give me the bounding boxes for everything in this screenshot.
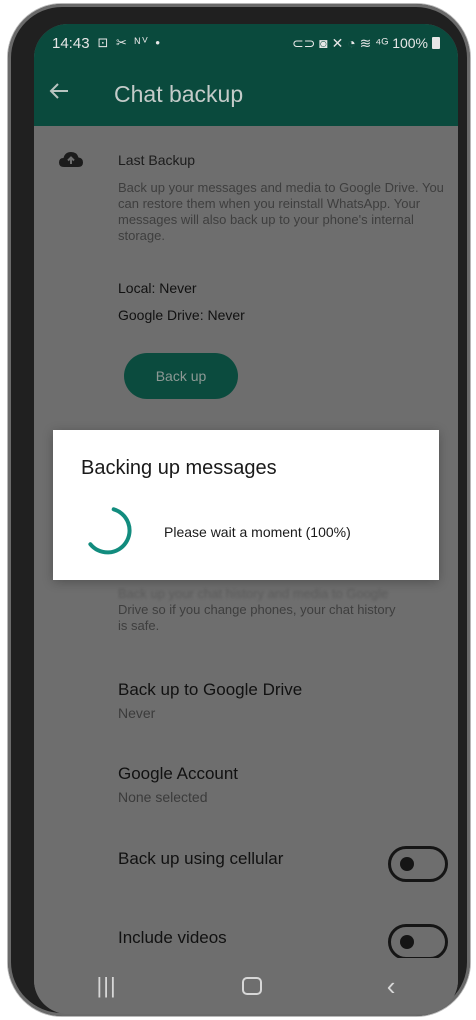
battery-icon — [432, 37, 440, 49]
description-line-1: Back up your chat history and media to G… — [118, 586, 389, 601]
dialog-title: Backing up messages — [81, 457, 277, 479]
notification-icons: ⊡ ✂ ᴺⱽ • — [97, 35, 162, 50]
setting-backup-to-drive[interactable]: Back up to Google Drive Never — [118, 680, 438, 721]
home-button[interactable] — [241, 977, 262, 995]
back-arrow-icon[interactable] — [48, 80, 88, 109]
last-backup-heading: Last Backup — [118, 152, 196, 168]
cellular-toggle[interactable] — [388, 846, 448, 882]
toggle-knob — [400, 857, 414, 871]
setting-value: Never — [118, 705, 156, 721]
nav-back-button[interactable]: ‹ — [387, 971, 396, 1002]
arrow-left-icon — [49, 82, 68, 99]
cloud-upload-icon — [59, 152, 83, 167]
navigation-bar: ||| ‹ — [34, 958, 458, 1014]
setting-value: None selected — [118, 789, 208, 805]
drive-settings-description: Back up your chat history and media to G… — [118, 586, 448, 634]
description-line-2: Drive so if you change phones, your chat… — [118, 602, 396, 617]
connectivity-icons: ⊂⊃ ◙ ✕ ◔ ≋ ⁴ᴳ — [291, 34, 389, 51]
recents-button[interactable]: ||| — [97, 973, 117, 999]
drive-backup-status: Google Drive: Never — [118, 307, 245, 323]
battery-percent: 100% — [392, 35, 428, 51]
dialog-message: Please wait a moment (100%) — [164, 524, 351, 540]
setting-google-account[interactable]: Google Account None selected — [118, 764, 438, 805]
last-backup-description: Back up your messages and media to Googl… — [118, 180, 444, 243]
loading-spinner-icon — [88, 507, 132, 555]
back-up-button[interactable]: Back up — [124, 353, 238, 399]
status-bar: 14:43 ⊡ ✂ ᴺⱽ • ⊂⊃ ◙ ✕ ◔ ≋ ⁴ᴳ 100% — [34, 24, 458, 62]
app-bar: Chat backup — [34, 62, 458, 126]
description-line-3: is safe. — [118, 618, 160, 633]
videos-toggle[interactable] — [388, 924, 448, 960]
setting-title: Back up to Google Drive — [118, 680, 303, 699]
backup-progress-dialog: Backing up messages Please wait a moment… — [53, 430, 439, 580]
page-title: Chat backup — [114, 80, 244, 107]
setting-title: Google Account — [118, 764, 239, 783]
local-backup-status: Local: Never — [118, 280, 197, 296]
system-status-icons: ⊂⊃ ◙ ✕ ◔ ≋ ⁴ᴳ 100% — [292, 35, 440, 52]
toggle-knob — [400, 935, 414, 949]
status-time: 14:43 — [52, 34, 90, 52]
